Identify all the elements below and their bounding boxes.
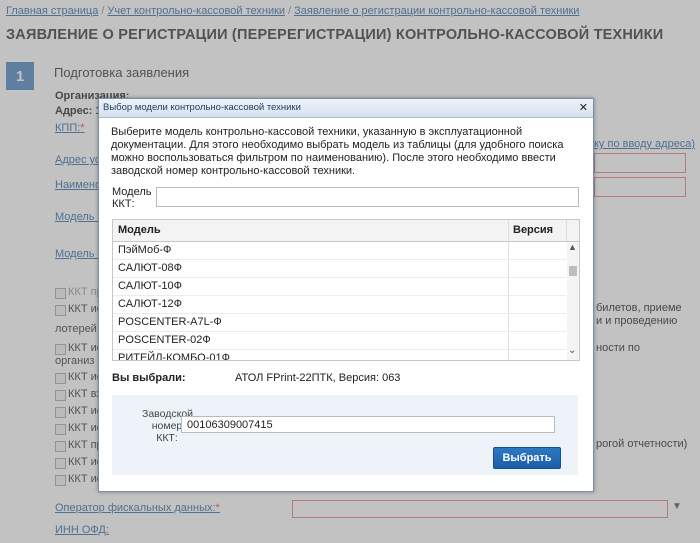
table-row[interactable]: РИТЕЙЛ-КОМБО-01Ф	[113, 350, 566, 360]
selected-value: АТОЛ FPrint-22ПТК, Версия: 063	[235, 372, 401, 384]
chevron-down-icon[interactable]: ⌄	[568, 346, 576, 356]
table-row[interactable]: САЛЮТ-10Ф	[113, 278, 566, 296]
table-header: Модель Версия	[113, 220, 579, 242]
dialog-title: Выбор модели контрольно-кассовой техники	[103, 102, 301, 113]
serial-panel: Заводской номер ККТ: 00106309007415 Выбр…	[112, 395, 578, 475]
table-scrollbar[interactable]: ▲ ⌄	[567, 242, 579, 360]
serial-number-input[interactable]: 00106309007415	[181, 416, 555, 433]
table-body: ПэйМоб-Ф САЛЮТ-08Ф САЛЮТ-10Ф САЛЮТ-12Ф P…	[113, 242, 566, 360]
table-row[interactable]: САЛЮТ-12Ф	[113, 296, 566, 314]
filter-label: Модель ККТ:	[112, 186, 152, 210]
close-icon[interactable]: ✕	[579, 101, 588, 114]
header-divider	[566, 220, 567, 241]
scroll-up-icon[interactable]: ▲	[568, 243, 577, 252]
table-row[interactable]: POSCENTER-A7L-Ф	[113, 314, 566, 332]
dialog-body: Выберите модель контрольно-кассовой техн…	[99, 118, 593, 491]
model-select-dialog: Выбор модели контрольно-кассовой техники…	[98, 98, 594, 492]
table-row[interactable]: САЛЮТ-08Ф	[113, 260, 566, 278]
model-filter-input[interactable]	[156, 187, 579, 207]
scrollbar-thumb[interactable]	[569, 266, 577, 276]
select-button[interactable]: Выбрать	[493, 447, 561, 469]
instruction-text: Выберите модель контрольно-кассовой техн…	[111, 126, 564, 177]
table-row[interactable]: ПэйМоб-Ф	[113, 242, 566, 260]
model-table: Модель Версия ПэйМоб-Ф САЛЮТ-08Ф САЛЮТ-1…	[112, 219, 580, 361]
selected-label: Вы выбрали:	[112, 372, 186, 384]
dialog-header: Выбор модели контрольно-кассовой техники…	[99, 99, 593, 118]
table-row[interactable]: POSCENTER-02Ф	[113, 332, 566, 350]
column-header-model[interactable]: Модель	[118, 224, 161, 236]
column-header-version[interactable]: Версия	[513, 224, 553, 236]
